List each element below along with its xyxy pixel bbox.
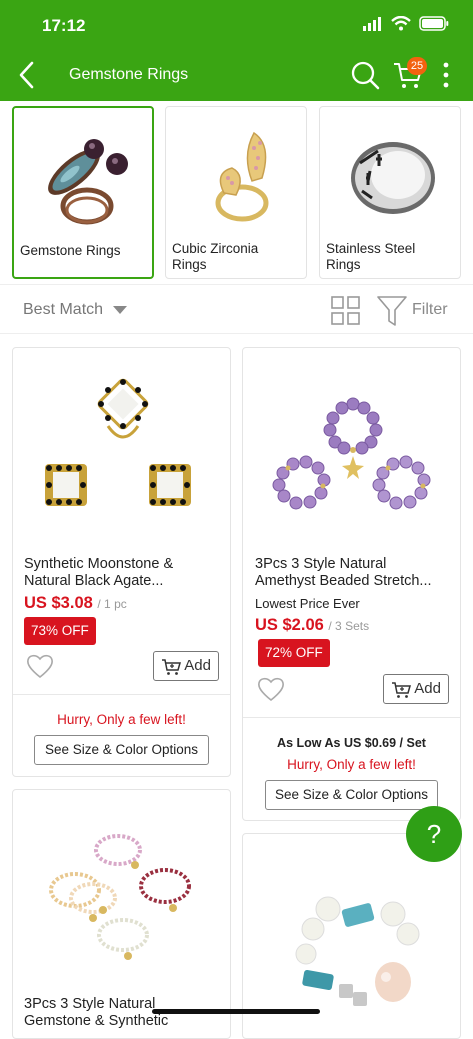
add-label: Add	[414, 680, 441, 697]
divider	[13, 694, 230, 695]
see-options-button[interactable]: See Size & Color Options	[265, 780, 438, 810]
product-image	[295, 896, 420, 1006]
price-value: US $3.08	[24, 594, 93, 612]
grid-view-icon[interactable]	[331, 296, 360, 325]
product-tagline: Lowest Price Ever	[255, 596, 360, 611]
product-price: US $3.08 / 1 pc	[24, 594, 127, 613]
category-cubic-zirconia-rings[interactable]: Cubic Zirconia Rings	[165, 106, 307, 279]
home-indicator	[152, 1009, 320, 1014]
category-gemstone-rings[interactable]: Gemstone Rings	[12, 106, 154, 279]
category-label: Cubic Zirconia Rings	[172, 241, 259, 272]
product-card[interactable]: 3Pcs 3 Style Natural Amethyst Beaded Str…	[242, 347, 461, 821]
product-card[interactable]: 3Pcs 3 Style Natural Gemstone & Syntheti…	[12, 789, 231, 1039]
product-title[interactable]: Synthetic Moonstone & Natural Black Agat…	[24, 556, 219, 590]
see-options-button[interactable]: See Size & Color Options	[34, 735, 209, 765]
divider	[243, 717, 460, 718]
heart-icon[interactable]	[26, 653, 54, 679]
as-low-as-price: As Low As US $0.69 / Set	[277, 736, 426, 750]
battery-icon	[419, 16, 449, 31]
price-value: US $2.06	[255, 616, 324, 634]
chevron-down-icon[interactable]	[113, 306, 127, 314]
sort-dropdown[interactable]: Best Match	[23, 301, 103, 319]
discount-badge: 73% OFF	[24, 617, 96, 645]
price-unit: / 1 pc	[97, 597, 127, 611]
product-price: US $2.06 / 3 Sets	[255, 616, 369, 635]
back-arrow-icon[interactable]	[14, 58, 44, 92]
help-button[interactable]: ?	[406, 806, 462, 862]
filter-icon[interactable]	[377, 295, 407, 327]
sort-filter-bar: Best Match Filter	[0, 284, 473, 334]
search-icon[interactable]	[350, 60, 380, 90]
add-label: Add	[184, 657, 211, 674]
app-header: 17:12 Gemstone Rings 25	[0, 0, 473, 101]
category-label: Gemstone Rings	[20, 243, 121, 258]
signal-icon	[363, 16, 381, 31]
cart-add-icon	[162, 659, 181, 675]
status-time: 17:12	[42, 16, 86, 35]
status-icons	[363, 16, 449, 31]
category-stainless-steel-rings[interactable]: Stainless Steel Rings	[319, 106, 461, 279]
more-options-icon[interactable]	[440, 60, 452, 90]
product-image	[45, 378, 191, 506]
stock-note: Hurry, Only a few left!	[287, 757, 416, 772]
product-card[interactable]: Synthetic Moonstone & Natural Black Agat…	[12, 347, 231, 777]
price-unit: / 3 Sets	[328, 619, 370, 633]
add-to-cart-button[interactable]: Add	[383, 674, 449, 704]
category-label: Stainless Steel Rings	[326, 241, 416, 272]
cart-count-badge: 25	[407, 57, 427, 75]
stainless-steel-ring-image	[351, 142, 435, 214]
product-image	[272, 397, 431, 510]
product-image	[49, 834, 191, 960]
heart-icon[interactable]	[257, 676, 285, 702]
gemstone-ring-image	[48, 139, 128, 225]
discount-badge: 72% OFF	[258, 639, 330, 667]
filter-button[interactable]: Filter	[412, 301, 448, 319]
stock-note: Hurry, Only a few left!	[57, 712, 186, 727]
cart-add-icon	[392, 682, 411, 698]
add-to-cart-button[interactable]: Add	[153, 651, 219, 681]
cubic-zirconia-ring-image	[215, 131, 269, 222]
page-title: Gemstone Rings	[69, 66, 189, 83]
wifi-icon	[391, 16, 411, 31]
product-title[interactable]: 3Pcs 3 Style Natural Amethyst Beaded Str…	[255, 556, 450, 590]
